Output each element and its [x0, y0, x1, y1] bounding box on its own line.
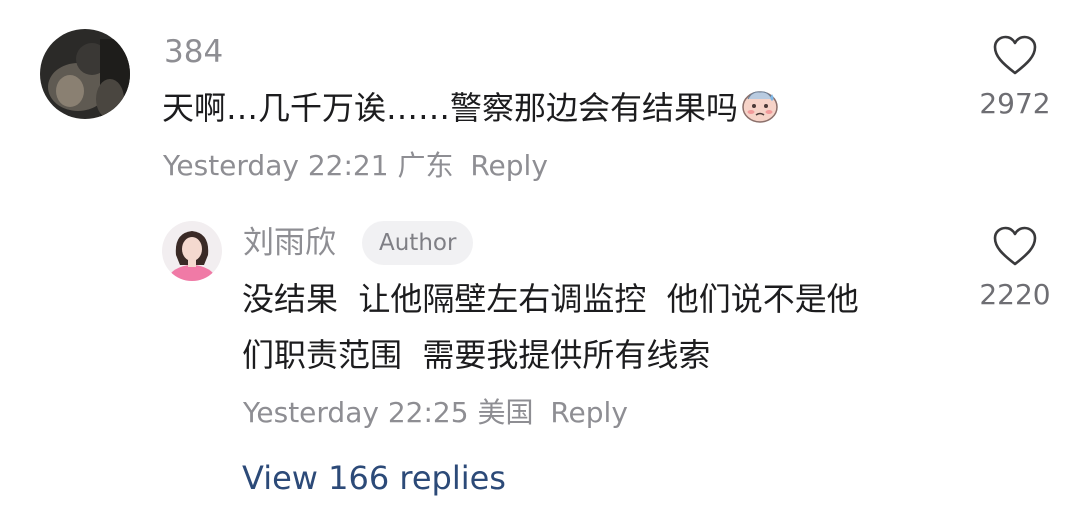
comment-text-content: 天啊…几千万诶……警察那边会有结果吗 [162, 89, 739, 127]
heart-icon [993, 226, 1037, 266]
timestamp: Yesterday 22:25 [243, 396, 469, 429]
username[interactable]: 384 [164, 32, 223, 72]
heart-icon [993, 35, 1037, 75]
author-avatar-image [162, 221, 222, 281]
avatar[interactable] [162, 221, 222, 281]
like-button[interactable]: 2220 [970, 225, 1060, 313]
reply-text-line: 们职责范围 需要我提供所有线索 [242, 336, 711, 374]
pleading-sweat-face-emoji [740, 85, 780, 125]
like-button[interactable]: 2972 [970, 34, 1060, 122]
reply-button[interactable]: Reply [550, 396, 628, 429]
reply-text: 没结果 让他隔壁左右调监控 他们说不是他 们职责范围 需要我提供所有线索 [242, 271, 942, 383]
view-replies-link[interactable]: View 166 replies [242, 456, 506, 500]
like-count: 2972 [979, 87, 1051, 120]
user-avatar-image [40, 29, 130, 119]
reply-text-line: 没结果 让他隔壁左右调监控 他们说不是他 [242, 280, 859, 318]
username[interactable]: 刘雨欣 [243, 223, 336, 263]
reply-meta: Yesterday 22:25 美国 Reply [243, 393, 628, 433]
timestamp: Yesterday 22:21 [163, 149, 389, 182]
location: 美国 [477, 396, 534, 429]
location: 广东 [397, 149, 454, 182]
like-count: 2220 [979, 278, 1051, 311]
comment-text: 天啊…几千万诶……警察那边会有结果吗 [162, 80, 882, 136]
author-badge: Author [362, 221, 474, 265]
comment-meta: Yesterday 22:21 广东 Reply [163, 146, 548, 186]
avatar[interactable] [40, 29, 130, 119]
reply-button[interactable]: Reply [470, 149, 548, 182]
